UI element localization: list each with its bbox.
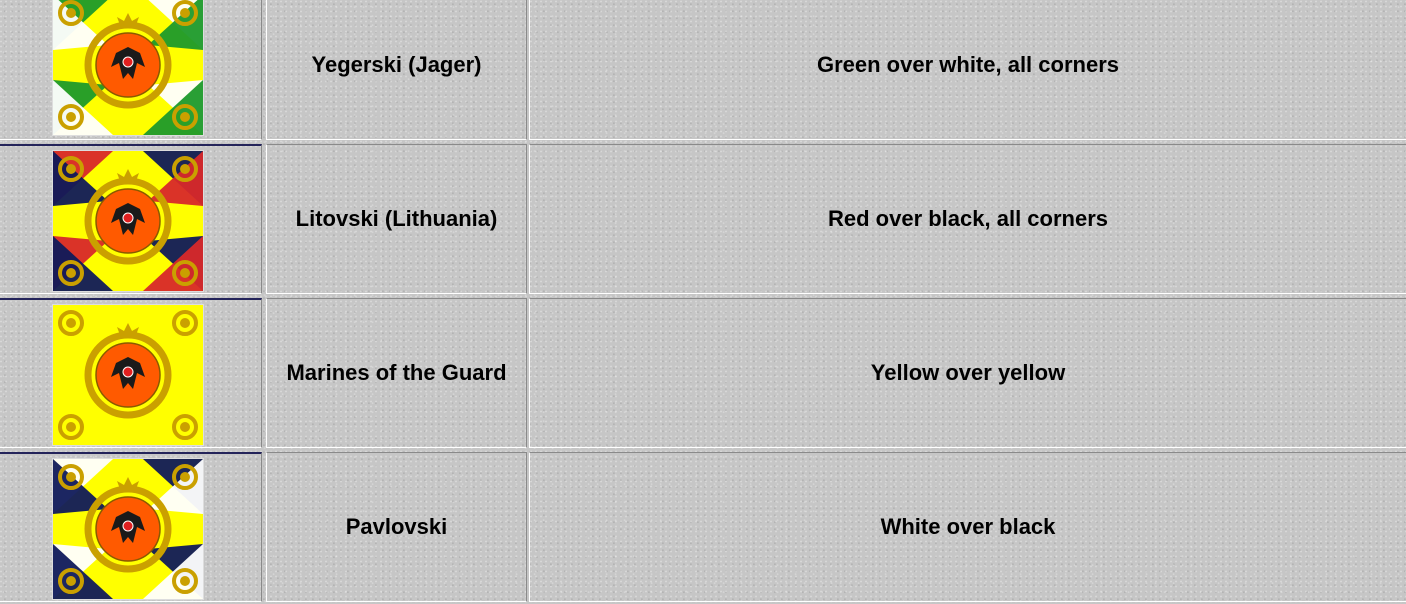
regimental-flag-icon: [52, 0, 204, 136]
flag-description: Yellow over yellow: [870, 360, 1066, 385]
regiment-name-cell: Pavlovski: [266, 452, 527, 602]
flag-description: White over black: [880, 514, 1056, 539]
flag-description-cell: Red over black, all corners: [529, 144, 1406, 294]
regiment-name-cell: Litovski (Lithuania): [266, 144, 527, 294]
flag-cell: [0, 144, 262, 294]
regimental-flag-icon: [52, 458, 204, 600]
table-row: Litovski (Lithuania) Red over black, all…: [0, 142, 1406, 296]
table-row: Yegerski (Jager) Green over white, all c…: [0, 0, 1406, 142]
flag-description-cell: White over black: [529, 452, 1406, 602]
regiment-name-cell: Marines of the Guard: [266, 298, 527, 448]
flag-description-cell: Green over white, all corners: [529, 0, 1406, 140]
table-row: Pavlovski White over black: [0, 450, 1406, 604]
flag-cell: [0, 0, 262, 140]
flag-description-cell: Yellow over yellow: [529, 298, 1406, 448]
flag-table: Yegerski (Jager) Green over white, all c…: [0, 0, 1406, 604]
flag-description: Red over black, all corners: [827, 206, 1109, 231]
regiment-name: Pavlovski: [345, 514, 448, 539]
table-row: Marines of the Guard Yellow over yellow: [0, 296, 1406, 450]
regiment-name: Yegerski (Jager): [311, 51, 482, 77]
regiment-name: Litovski (Lithuania): [295, 206, 498, 231]
regimental-flag-icon: [52, 150, 204, 292]
regiment-name-cell: Yegerski (Jager): [266, 0, 527, 140]
regimental-flag-icon: [52, 304, 204, 446]
flag-cell: [0, 298, 262, 448]
regiment-name: Marines of the Guard: [286, 360, 507, 385]
flag-description: Green over white, all corners: [816, 51, 1119, 77]
flag-cell: [0, 452, 262, 602]
